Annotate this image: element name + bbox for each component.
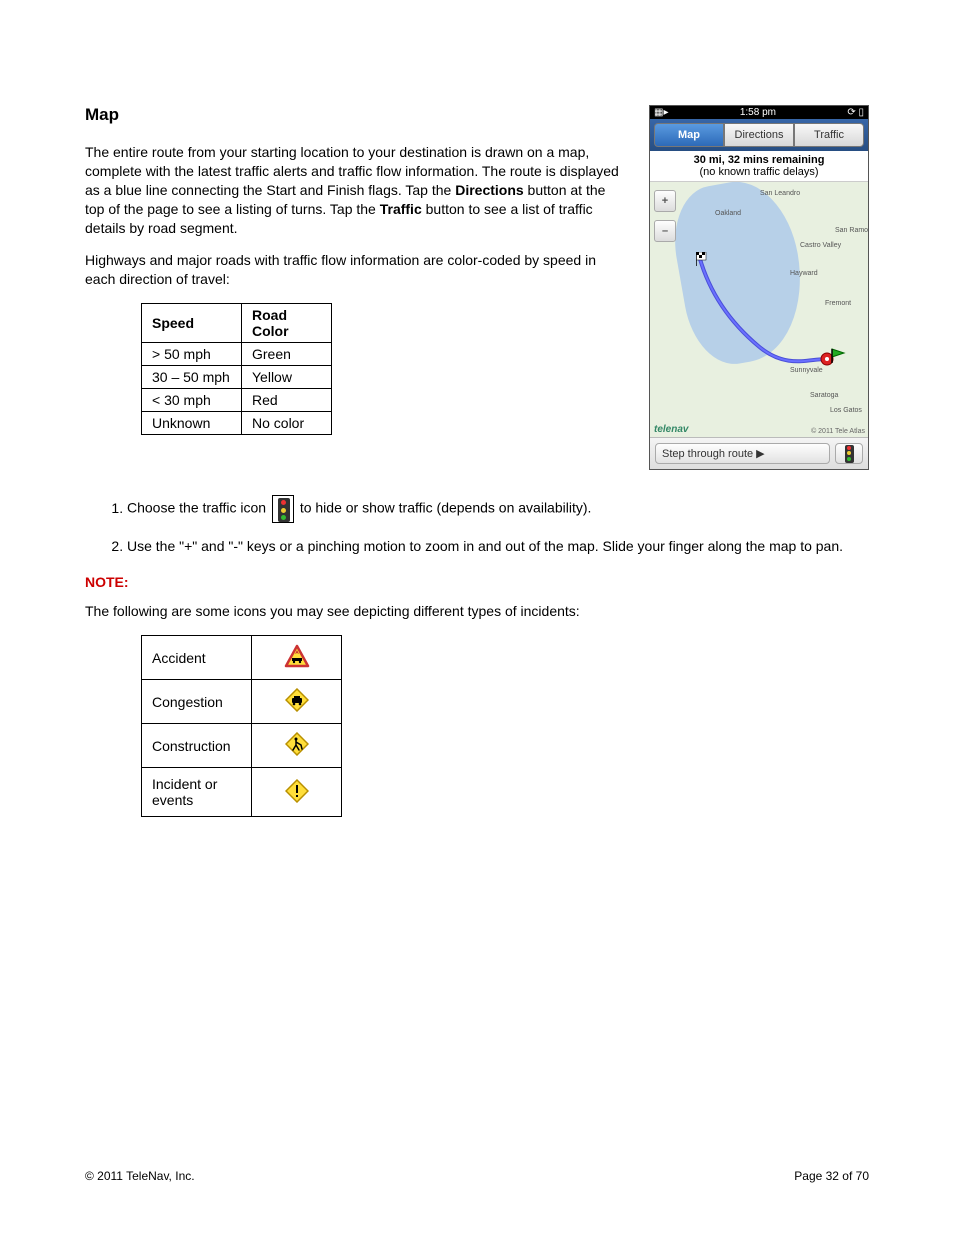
incident-icon: [285, 779, 309, 803]
tab-map[interactable]: Map: [654, 123, 724, 147]
table-row: < 30 mphRed: [142, 389, 332, 412]
incidents-table: Accident Congestion Construction Inciden…: [141, 635, 342, 817]
tab-traffic[interactable]: Traffic: [794, 123, 864, 147]
phone-time: 1:58 pm: [740, 107, 776, 118]
paragraph-1: The entire route from your starting loca…: [85, 143, 625, 237]
incident-label: Construction: [142, 724, 252, 768]
step-through-button[interactable]: Step through route ▶: [655, 443, 830, 464]
table-row: UnknownNo color: [142, 412, 332, 435]
table-row: Accident: [142, 636, 342, 680]
phone-info: 30 mi, 32 mins remaining (no known traff…: [650, 151, 868, 182]
table-row: > 50 mphGreen: [142, 343, 332, 366]
table-row: Incident or events: [142, 768, 342, 817]
phone-footer: Step through route ▶: [650, 437, 868, 469]
phone-statusbar: ▦▸ 1:58 pm ⟳ ▯: [650, 106, 868, 119]
table-row: 30 – 50 mphYellow: [142, 366, 332, 389]
paragraph-2: Highways and major roads with traffic fl…: [85, 251, 625, 289]
footer-page-number: Page 32 of 70: [794, 1169, 869, 1183]
incident-label: Congestion: [142, 680, 252, 724]
phone-screenshot: ▦▸ 1:58 pm ⟳ ▯ Map Directions Traffic 30…: [649, 105, 869, 470]
page-footer: © 2011 TeleNav, Inc. Page 32 of 70: [85, 1169, 869, 1183]
construction-icon: [285, 732, 309, 756]
table-row: Construction: [142, 724, 342, 768]
th-speed: Speed: [142, 304, 242, 343]
speed-table: Speed Road Color > 50 mphGreen 30 – 50 m…: [141, 303, 332, 435]
start-flag-icon: [696, 252, 710, 266]
accident-icon: [284, 644, 310, 668]
zoom-out-button[interactable]: –: [654, 220, 676, 242]
incident-label: Incident or events: [142, 768, 252, 817]
traffic-toggle-button[interactable]: [835, 443, 863, 464]
step-1: Choose the traffic icon to hide or show …: [127, 495, 869, 523]
traffic-light-icon: [272, 495, 294, 523]
incident-label: Accident: [142, 636, 252, 680]
phone-info-line2: (no known traffic delays): [652, 166, 866, 178]
traffic-light-icon: [845, 445, 854, 463]
step-2: Use the "+" and "-" keys or a pinching m…: [127, 537, 869, 556]
note-text: The following are some icons you may see…: [85, 602, 869, 621]
note-heading: NOTE:: [85, 574, 869, 590]
steps-list: Choose the traffic icon to hide or show …: [85, 495, 869, 556]
phone-info-line1: 30 mi, 32 mins remaining: [652, 154, 866, 166]
map-copyright: © 2011 Tele Atlas: [811, 428, 865, 435]
th-color: Road Color: [242, 304, 332, 343]
zoom-in-button[interactable]: +: [654, 190, 676, 212]
phone-tabs: Map Directions Traffic: [650, 119, 868, 151]
table-row: Congestion: [142, 680, 342, 724]
phone-map[interactable]: + – San Leandro Oakland Hayward Fremont …: [650, 182, 868, 437]
finish-flag-icon: [830, 347, 846, 363]
footer-copyright: © 2011 TeleNav, Inc.: [85, 1169, 195, 1183]
brand-label: telenav: [654, 424, 688, 435]
tab-directions[interactable]: Directions: [724, 123, 794, 147]
congestion-icon: [285, 688, 309, 712]
